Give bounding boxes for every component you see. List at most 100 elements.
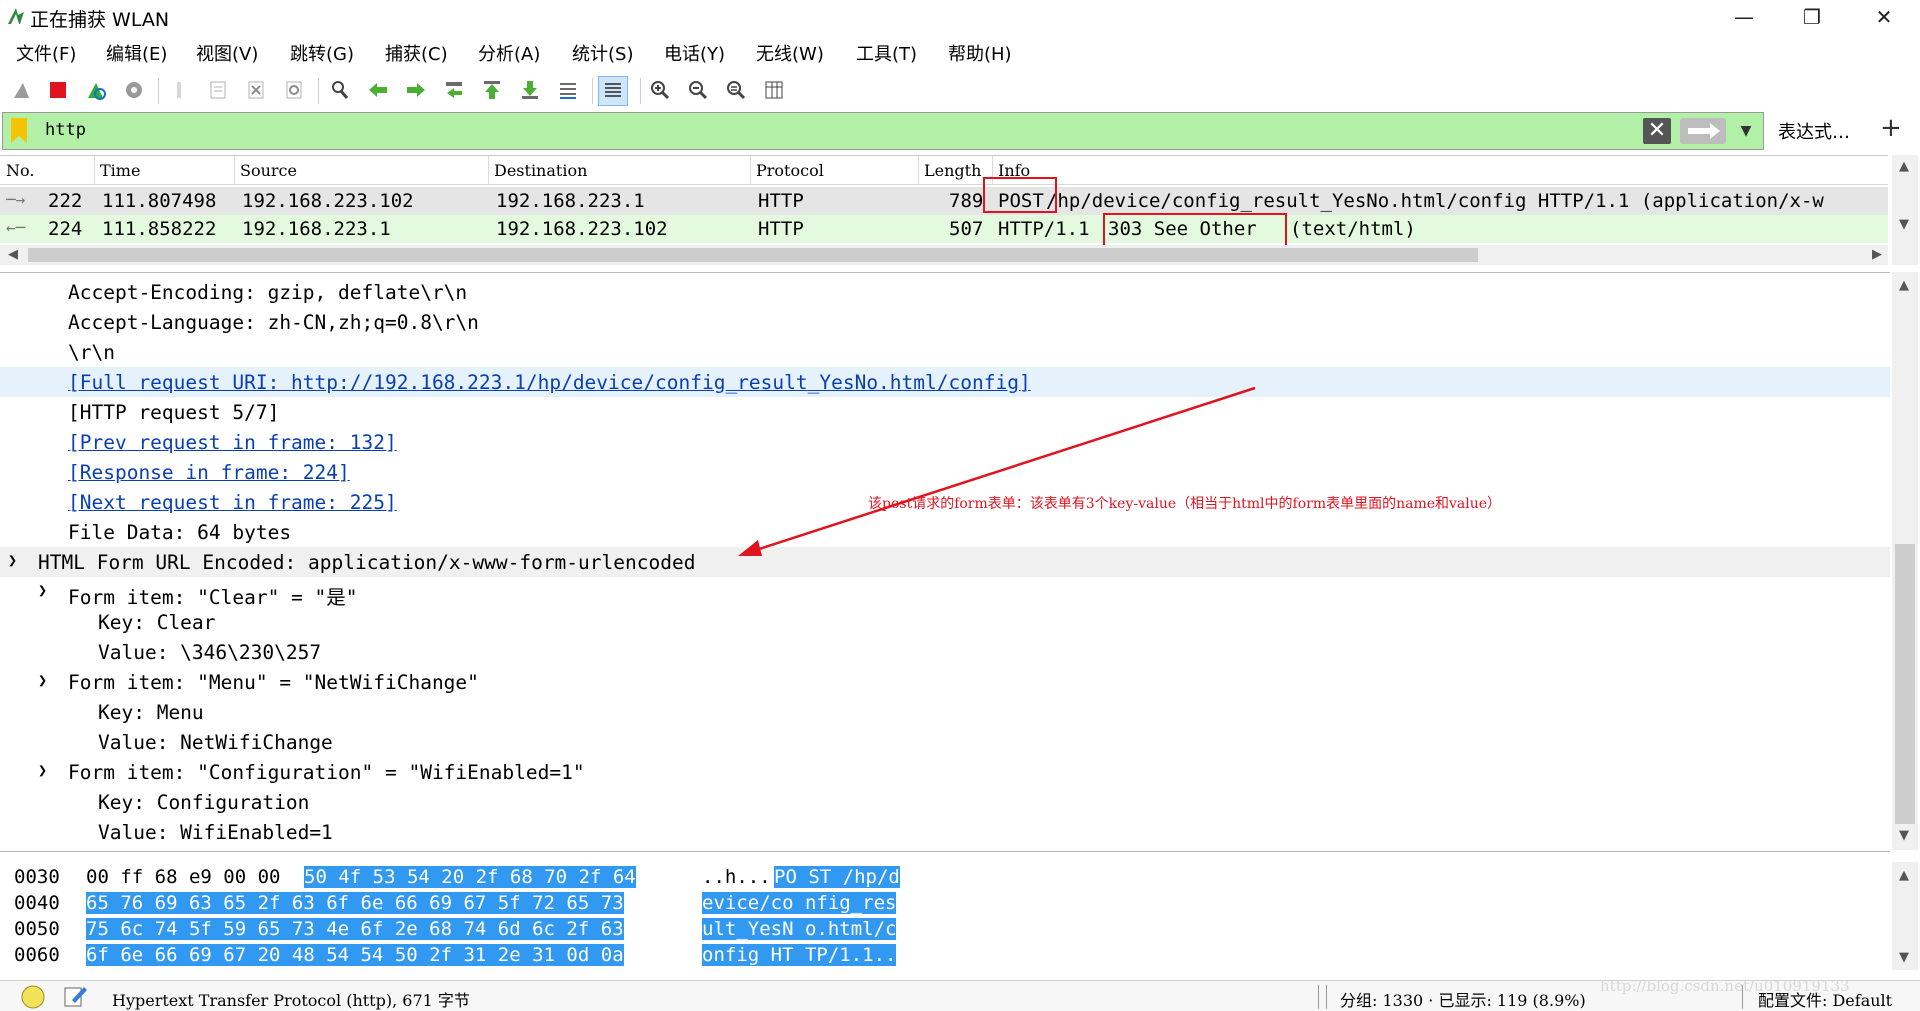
- detail-form-item[interactable]: ❯ Form item: "Configuration" = "WifiEnab…: [0, 757, 1890, 787]
- zoom-out-icon[interactable]: [684, 76, 712, 104]
- clear-filter-icon[interactable]: ✕: [1643, 118, 1671, 144]
- packet-list-hscrollbar[interactable]: ◀ ▶: [0, 245, 1888, 265]
- cell-info: (text/html): [1290, 218, 1416, 240]
- detail-line[interactable]: \r\n: [0, 337, 1890, 367]
- packet-list-vscrollbar[interactable]: ▲ ▼: [1892, 155, 1918, 265]
- detail-line[interactable]: Key: Menu: [0, 697, 1890, 727]
- shark-fin-start-icon[interactable]: [8, 76, 36, 104]
- column-header-source[interactable]: Source: [240, 161, 297, 180]
- filter-bookmark-icon[interactable]: [9, 118, 29, 143]
- detail-prev-request-link[interactable]: [Prev request in frame: 132]: [0, 427, 1890, 457]
- go-last-icon[interactable]: [516, 76, 544, 104]
- bytes-vscrollbar[interactable]: ▲ ▼: [1892, 862, 1918, 970]
- detail-line[interactable]: Value: \346\230\257: [0, 637, 1890, 667]
- scroll-thumb[interactable]: [28, 248, 1478, 262]
- menu-telephony[interactable]: 电话(Y): [664, 40, 725, 66]
- menu-help[interactable]: 帮助(H): [948, 40, 1012, 66]
- scroll-down-icon[interactable]: ▼: [1899, 217, 1909, 232]
- detail-line[interactable]: Value: WifiEnabled=1: [0, 817, 1890, 847]
- scroll-left-icon[interactable]: ◀: [8, 247, 18, 262]
- close-file-icon[interactable]: [242, 76, 270, 104]
- capture-options-icon[interactable]: [120, 76, 148, 104]
- column-header-protocol[interactable]: Protocol: [756, 161, 824, 180]
- restart-capture-icon[interactable]: [82, 76, 110, 104]
- watermark: http://blog.csdn.net/u010919133: [1600, 977, 1850, 995]
- menu-tools[interactable]: 工具(T): [856, 40, 917, 66]
- menu-analyze[interactable]: 分析(A): [478, 40, 540, 66]
- detail-line[interactable]: File Data: 64 bytes: [0, 517, 1890, 547]
- open-file-icon[interactable]: [166, 76, 194, 104]
- packet-details-tree: Accept-Encoding: gzip, deflate\r\n Accep…: [0, 272, 1890, 852]
- filter-history-dropdown[interactable]: ▼: [1733, 118, 1759, 144]
- autoscroll-icon[interactable]: [554, 76, 582, 104]
- menu-edit[interactable]: 编辑(E): [106, 40, 167, 66]
- zoom-normal-icon[interactable]: [722, 76, 750, 104]
- menu-file[interactable]: 文件(F): [16, 40, 76, 66]
- display-filter-input[interactable]: [45, 117, 1635, 143]
- cell-no: 224: [48, 218, 83, 240]
- minimize-button[interactable]: —: [1716, 2, 1772, 32]
- close-window-button[interactable]: ✕: [1856, 2, 1912, 32]
- cell-time: 111.858222: [102, 218, 217, 240]
- column-header-no[interactable]: No.: [6, 161, 34, 180]
- main-toolbar: [0, 72, 1920, 108]
- scroll-down-icon[interactable]: ▼: [1899, 950, 1909, 965]
- find-packet-icon[interactable]: [326, 76, 354, 104]
- resize-columns-icon[interactable]: [760, 76, 788, 104]
- detail-response-link[interactable]: [Response in frame: 224]: [0, 457, 1890, 487]
- stop-capture-icon[interactable]: [44, 76, 72, 104]
- detail-full-uri-link[interactable]: [Full request URI: http://192.168.223.1/…: [0, 367, 1890, 397]
- scroll-right-icon[interactable]: ▶: [1872, 247, 1882, 262]
- column-header-length[interactable]: Length: [924, 161, 981, 180]
- menu-wireless[interactable]: 无线(W): [756, 40, 824, 66]
- detail-line[interactable]: Accept-Encoding: gzip, deflate\r\n: [0, 277, 1890, 307]
- scroll-up-icon[interactable]: ▲: [1899, 868, 1909, 883]
- column-header-time[interactable]: Time: [100, 161, 140, 180]
- restore-button[interactable]: ❐: [1784, 2, 1840, 32]
- chevron-down-icon[interactable]: ❯: [8, 551, 17, 569]
- packet-row-224[interactable]: ←─ 224 111.858222 192.168.223.1 192.168.…: [0, 215, 1888, 243]
- scroll-thumb[interactable]: [1895, 544, 1915, 824]
- scroll-up-icon[interactable]: ▲: [1899, 278, 1909, 293]
- details-vscrollbar[interactable]: ▲ ▼: [1892, 272, 1918, 850]
- detail-line[interactable]: Key: Configuration: [0, 787, 1890, 817]
- menu-statistics[interactable]: 统计(S): [572, 40, 633, 66]
- detail-line[interactable]: Accept-Language: zh-CN,zh;q=0.8\r\n: [0, 307, 1890, 337]
- expert-info-icon[interactable]: [20, 985, 46, 1009]
- reload-file-icon[interactable]: [280, 76, 308, 104]
- zoom-in-icon[interactable]: [646, 76, 674, 104]
- save-file-icon[interactable]: [204, 76, 232, 104]
- packet-bytes-pane: 0030 00 ff 68 e9 00 00 50 4f 53 54 20 2f…: [14, 866, 900, 966]
- chevron-down-icon[interactable]: ❯: [38, 671, 47, 689]
- title-bar: 正在捕获 WLAN — ❐ ✕: [0, 0, 1920, 34]
- column-header-destination[interactable]: Destination: [494, 161, 587, 180]
- window-title: 正在捕获 WLAN: [30, 9, 170, 31]
- packet-row-222[interactable]: ─→ 222 111.807498 192.168.223.102 192.16…: [0, 187, 1888, 215]
- menu-view[interactable]: 视图(V): [196, 40, 258, 66]
- packet-list: No. Time Source Destination Protocol Len…: [0, 155, 1888, 266]
- display-filter-bar: ✕ ▼: [2, 112, 1764, 150]
- cell-info: /hp/device/config_result_YesNo.html/conf…: [1046, 190, 1824, 212]
- detail-line[interactable]: Value: NetWifiChange: [0, 727, 1890, 757]
- apply-filter-icon[interactable]: [1680, 118, 1726, 144]
- chevron-down-icon[interactable]: ❯: [38, 761, 47, 779]
- detail-line[interactable]: Key: Clear: [0, 607, 1890, 637]
- go-first-icon[interactable]: [478, 76, 506, 104]
- go-forward-icon[interactable]: [402, 76, 430, 104]
- chevron-down-icon[interactable]: ❯: [38, 581, 47, 599]
- menu-capture[interactable]: 捕获(C): [385, 40, 448, 66]
- cell-protocol: HTTP: [758, 190, 804, 212]
- add-filter-button[interactable]: +: [1880, 113, 1902, 143]
- detail-form-item[interactable]: ❯ Form item: "Menu" = "NetWifiChange": [0, 667, 1890, 697]
- go-to-packet-icon[interactable]: [440, 76, 468, 104]
- menu-go[interactable]: 跳转(G): [290, 40, 354, 66]
- scroll-up-icon[interactable]: ▲: [1899, 159, 1909, 174]
- detail-line[interactable]: [HTTP request 5/7]: [0, 397, 1890, 427]
- capture-comment-icon[interactable]: [62, 984, 88, 1008]
- detail-form-urlencoded[interactable]: ❯ HTML Form URL Encoded: application/x-w…: [0, 547, 1890, 577]
- expression-button[interactable]: 表达式…: [1778, 118, 1850, 144]
- colorize-icon[interactable]: [598, 76, 628, 106]
- go-back-icon[interactable]: [364, 76, 392, 104]
- detail-form-item[interactable]: ❯ Form item: "Clear" = "是": [0, 577, 1890, 609]
- scroll-down-icon[interactable]: ▼: [1899, 828, 1909, 843]
